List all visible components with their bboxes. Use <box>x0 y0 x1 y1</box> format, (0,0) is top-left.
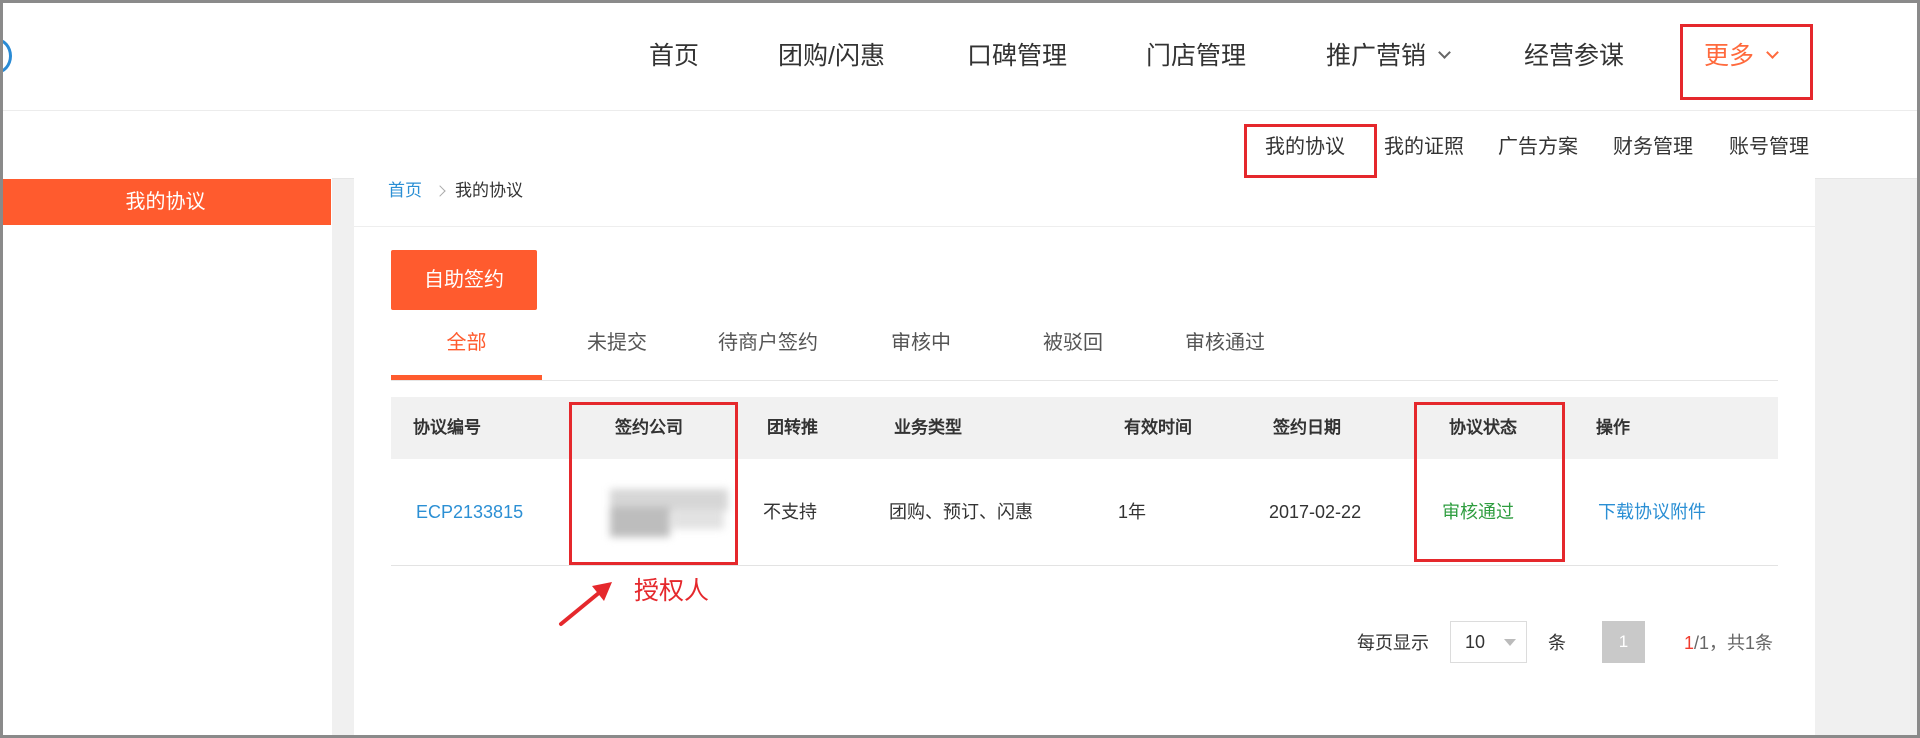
table-row: ECP2133815 不支持 团购、预订、闪惠 1年 2017-02-22 审核… <box>391 459 1778 566</box>
page-button-1[interactable]: 1 <box>1602 621 1645 663</box>
nav-promotion-label: 推广营销 <box>1326 42 1427 70</box>
sub-nav: 我的协议 我的证照 广告方案 财务管理 账号管理 <box>0 111 1920 178</box>
self-sign-button[interactable]: 自助签约 <box>391 250 537 310</box>
validity-cell: 1年 <box>1118 502 1147 522</box>
download-attachment-link[interactable]: 下载协议附件 <box>1598 459 1706 565</box>
breadcrumb-home[interactable]: 首页 <box>388 179 422 203</box>
business-type-cell: 团购、预订、闪惠 <box>889 502 1033 522</box>
tab-pending-merchant-sign[interactable]: 待商户签约 <box>718 331 818 355</box>
pagination-summary-current: 1 <box>1684 633 1695 653</box>
sidebar: 我的协议 <box>0 178 332 738</box>
app-window: 首页 团购/闪惠 口碑管理 门店管理 推广营销 经营参谋 更多 我的协议 我的证… <box>0 0 1920 738</box>
subnav-finance[interactable]: 财务管理 <box>1613 135 1693 159</box>
column-header-validity: 有效时间 <box>1124 418 1192 437</box>
status-cell: 审核通过 <box>1442 502 1514 522</box>
top-nav: 首页 团购/闪惠 口碑管理 门店管理 推广营销 经营参谋 更多 <box>0 0 1920 111</box>
tab-approved[interactable]: 审核通过 <box>1185 331 1265 355</box>
column-header-business-type: 业务类型 <box>894 418 962 437</box>
subnav-my-licenses[interactable]: 我的证照 <box>1384 135 1464 159</box>
agreement-no-link[interactable]: ECP2133815 <box>416 459 523 565</box>
annotation-arrow-icon <box>559 582 612 626</box>
nav-reputation[interactable]: 口碑管理 <box>967 40 1067 72</box>
chevron-right-icon <box>434 185 446 197</box>
column-header-sign-date: 签约日期 <box>1273 418 1341 437</box>
tab-not-submitted[interactable]: 未提交 <box>587 331 647 355</box>
column-header-company: 签约公司 <box>615 418 683 437</box>
chevron-down-icon <box>1438 46 1451 59</box>
tab-divider <box>391 380 1778 381</box>
per-page-label: 每页显示 <box>1357 633 1429 653</box>
chevron-down-icon <box>1766 46 1779 59</box>
column-header-status: 协议状态 <box>1449 418 1517 437</box>
nav-business-advisor[interactable]: 经营参谋 <box>1524 40 1624 72</box>
column-header-agreement-no: 协议编号 <box>413 418 481 437</box>
table-header: 协议编号 签约公司 团转推 业务类型 有效时间 签约日期 协议状态 操作 <box>391 397 1778 459</box>
nav-home[interactable]: 首页 <box>649 40 699 72</box>
tab-all[interactable]: 全部 <box>391 331 542 355</box>
pagination-summary-rest: /1，共1条 <box>1694 633 1774 653</box>
sidebar-item-my-agreements[interactable]: 我的协议 <box>0 179 331 225</box>
caret-down-icon <box>1504 639 1516 646</box>
breadcrumb-current: 我的协议 <box>455 181 523 200</box>
main-panel: 首页 我的协议 自助签约 全部 未提交 待商户签约 审核中 被驳回 审核通过 协… <box>354 178 1815 738</box>
agreement-table: 协议编号 签约公司 团转推 业务类型 有效时间 签约日期 协议状态 操作 ECP… <box>391 397 1778 567</box>
transfer-cell: 不支持 <box>763 502 817 522</box>
brand-logo-icon[interactable] <box>0 38 12 74</box>
column-header-transfer: 团转推 <box>767 418 818 437</box>
company-name-redacted <box>602 485 732 542</box>
tab-under-review[interactable]: 审核中 <box>891 331 951 355</box>
sign-date-cell: 2017-02-22 <box>1269 502 1362 522</box>
subnav-ad-plans[interactable]: 广告方案 <box>1498 135 1578 159</box>
annotation-label-authorizer: 授权人 <box>634 577 710 605</box>
pagination-summary: 1/1，共1条 <box>1684 631 1773 655</box>
nav-store[interactable]: 门店管理 <box>1146 40 1246 72</box>
per-page-select[interactable]: 10 <box>1450 621 1527 663</box>
subnav-account[interactable]: 账号管理 <box>1729 135 1809 159</box>
per-page-value: 10 <box>1465 632 1486 652</box>
nav-promotion[interactable]: 推广营销 <box>1326 40 1451 72</box>
tab-rejected[interactable]: 被驳回 <box>1043 331 1103 355</box>
nav-more[interactable]: 更多 <box>1704 40 1779 72</box>
breadcrumb-divider <box>354 226 1815 227</box>
nav-group-buy[interactable]: 团购/闪惠 <box>778 40 885 72</box>
column-header-action: 操作 <box>1596 418 1630 437</box>
nav-more-label: 更多 <box>1704 42 1755 70</box>
subnav-my-agreements[interactable]: 我的协议 <box>1265 135 1345 159</box>
per-page-unit: 条 <box>1548 633 1566 653</box>
